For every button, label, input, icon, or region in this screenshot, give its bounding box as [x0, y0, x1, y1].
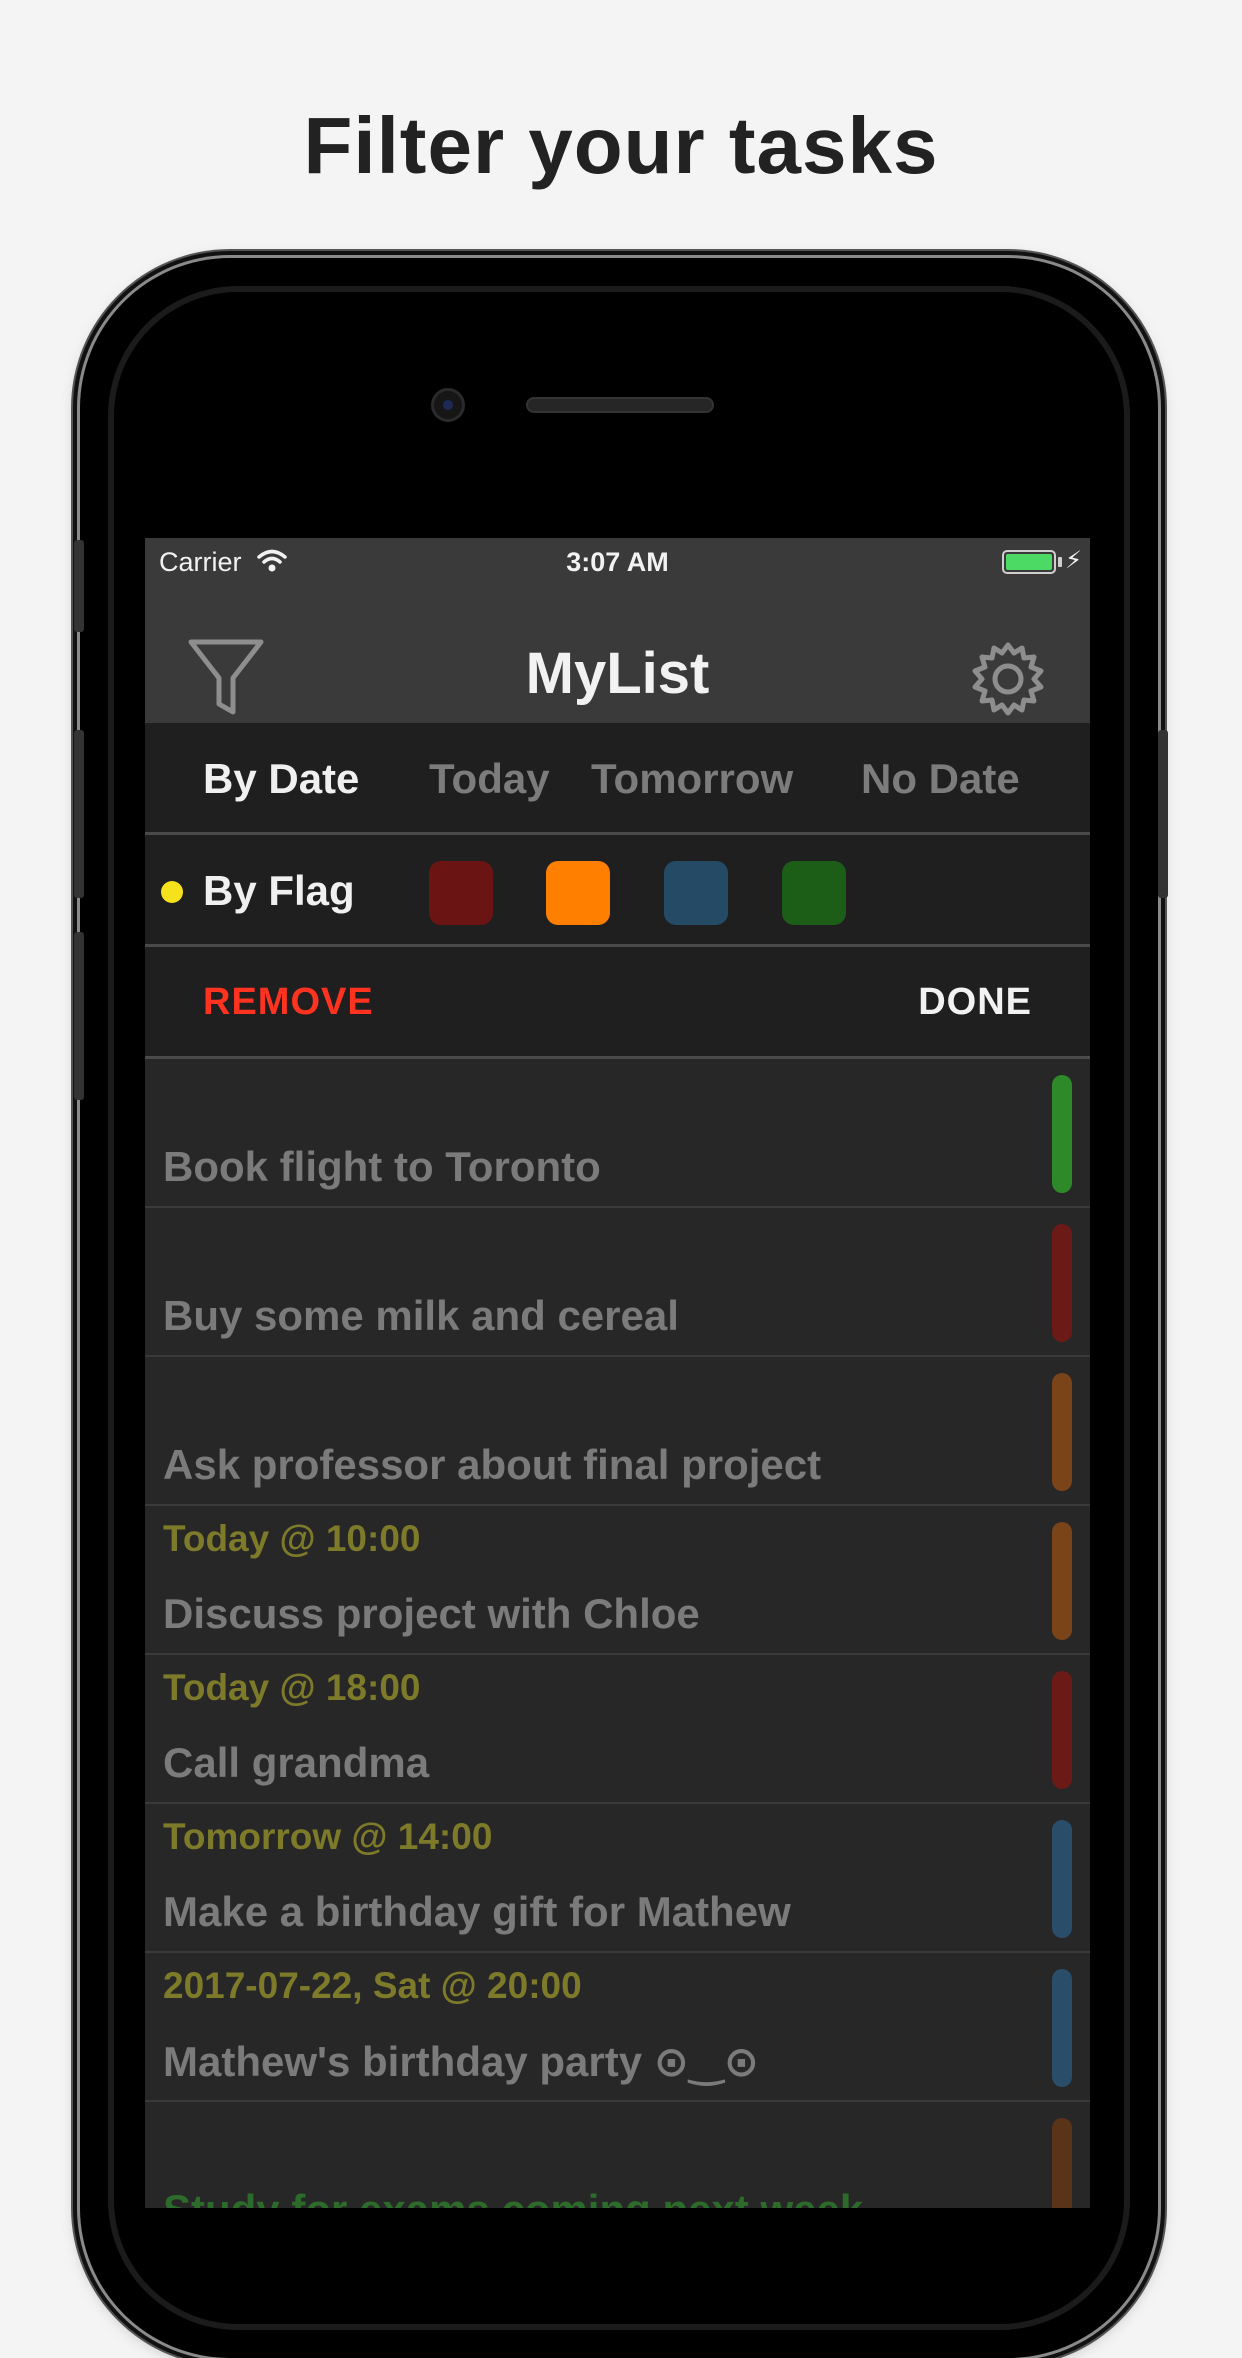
task-title: Book flight to Toronto: [163, 1143, 601, 1190]
status-bar: Carrier 3:07 AM ⚡: [145, 538, 1090, 586]
charging-icon: ⚡: [1065, 547, 1082, 574]
nav-bar: MyList: [145, 586, 1090, 723]
date-filter-row: By Date Today Tomorrow No Date: [145, 723, 1090, 835]
task-row[interactable]: Ask professor about final project: [145, 1357, 1090, 1506]
task-title: Buy some milk and cereal: [163, 1292, 679, 1339]
action-row: REMOVE DONE: [145, 947, 1090, 1059]
earpiece-speaker: [526, 397, 714, 413]
task-row[interactable]: Today @ 10:00 Discuss project with Chloe: [145, 1506, 1090, 1655]
task-date: Today @ 10:00: [163, 1518, 421, 1559]
app-screen: Carrier 3:07 AM ⚡ MyList By Date Today T…: [145, 538, 1090, 2208]
battery-icon: [1002, 550, 1056, 574]
flag-filter-row: By Flag: [145, 835, 1090, 947]
by-flag-label[interactable]: By Flag: [203, 867, 355, 915]
task-flag-bar: [1052, 1820, 1072, 1938]
task-row[interactable]: Tomorrow @ 14:00 Make a birthday gift fo…: [145, 1804, 1090, 1953]
mute-switch: [74, 540, 84, 632]
flag-swatch-green[interactable]: [782, 861, 846, 925]
task-title: Make a birthday gift for Mathew: [163, 1888, 791, 1935]
remove-button[interactable]: REMOVE: [203, 981, 374, 1024]
task-flag-bar: [1052, 1075, 1072, 1193]
task-flag-bar: [1052, 1522, 1072, 1640]
flag-swatch-red[interactable]: [429, 861, 493, 925]
selected-indicator-dot: [161, 881, 183, 903]
task-row[interactable]: Book flight to Toronto: [145, 1059, 1090, 1208]
tab-no-date[interactable]: No Date: [861, 755, 1020, 803]
flag-swatch-orange[interactable]: [546, 861, 610, 925]
front-camera: [431, 388, 465, 422]
task-row[interactable]: Buy some milk and cereal: [145, 1208, 1090, 1357]
page-title: MyList: [525, 641, 710, 706]
task-flag-bar: [1052, 1224, 1072, 1342]
task-flag-bar: [1052, 1373, 1072, 1491]
flag-swatch-blue[interactable]: [664, 861, 728, 925]
tab-by-date[interactable]: By Date: [203, 755, 359, 803]
gear-icon[interactable]: [970, 641, 1046, 717]
power-button: [1158, 730, 1168, 898]
task-flag-bar: [1052, 1969, 1072, 2087]
task-title: Study for exams coming next week: [163, 2186, 863, 2208]
task-date: 2017-07-22, Sat @ 20:00: [163, 1965, 582, 2006]
volume-down-button: [74, 932, 84, 1100]
task-title: Discuss project with Chloe: [163, 1590, 700, 1637]
tab-tomorrow[interactable]: Tomorrow: [591, 755, 793, 803]
status-time: 3:07 AM: [566, 547, 669, 577]
task-title: Ask professor about final project: [163, 1441, 822, 1488]
task-title: Call grandma: [163, 1739, 430, 1786]
task-row[interactable]: 2017-07-22, Sat @ 20:00 Mathew's birthda…: [145, 1953, 1090, 2102]
task-flag-bar: [1052, 2118, 1072, 2208]
task-row[interactable]: Study for exams coming next week: [145, 2102, 1090, 2208]
battery-tip: [1058, 557, 1062, 567]
task-row[interactable]: Today @ 18:00 Call grandma: [145, 1655, 1090, 1804]
done-button[interactable]: DONE: [918, 981, 1032, 1024]
tab-today[interactable]: Today: [429, 755, 550, 803]
volume-up-button: [74, 730, 84, 898]
headline: Filter your tasks: [303, 101, 939, 190]
task-title: Mathew's birthday party ⊙‿⊙: [163, 2038, 759, 2085]
task-flag-bar: [1052, 1671, 1072, 1789]
task-date: Today @ 18:00: [163, 1667, 421, 1708]
task-date: Tomorrow @ 14:00: [163, 1816, 493, 1857]
task-list: Book flight to Toronto Buy some milk and…: [145, 1059, 1090, 2208]
